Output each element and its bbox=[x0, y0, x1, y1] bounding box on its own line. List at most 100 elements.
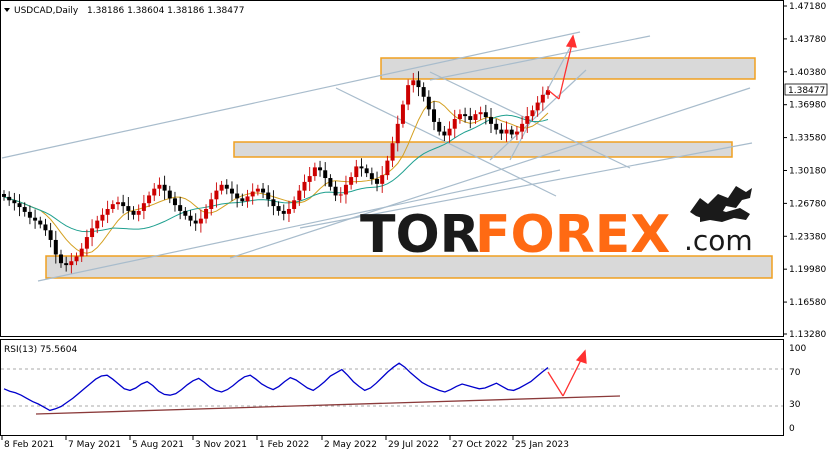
candle-body bbox=[447, 128, 452, 136]
price-axis-label: 1.43780 bbox=[789, 35, 826, 45]
candle-body bbox=[255, 188, 260, 192]
time-axis-label: 2 May 2022 bbox=[324, 440, 377, 450]
candle-body bbox=[307, 176, 312, 182]
time-axis-label: 7 May 2021 bbox=[68, 440, 121, 450]
chart-symbol: USDCAD,Daily bbox=[14, 6, 79, 16]
watermark-dotcom: .com bbox=[684, 224, 753, 257]
time-axis-label: 3 Nov 2021 bbox=[195, 440, 247, 450]
candle-body bbox=[302, 181, 307, 191]
candle-body bbox=[452, 119, 457, 129]
candle-body bbox=[95, 220, 100, 229]
candle-body bbox=[333, 186, 338, 196]
candle-body bbox=[276, 206, 281, 211]
candle-body bbox=[525, 116, 530, 124]
chart-ohlc: 1.38186 1.38604 1.38186 1.38477 bbox=[87, 6, 244, 16]
candle-body bbox=[385, 160, 390, 176]
price-axis-label: 1.30180 bbox=[789, 166, 826, 176]
candle-body bbox=[494, 123, 499, 130]
mid-support-zone[interactable] bbox=[233, 141, 733, 158]
candle-body bbox=[126, 206, 131, 211]
candle-body bbox=[90, 228, 95, 238]
price-axis-label: 1.26780 bbox=[789, 199, 826, 209]
candle-body bbox=[509, 129, 514, 135]
candle-body bbox=[504, 129, 509, 134]
price-axis-label: 1.16580 bbox=[789, 298, 826, 308]
candle-body bbox=[157, 184, 162, 189]
candle-body bbox=[12, 200, 17, 204]
candle-body bbox=[167, 190, 172, 199]
candle-body bbox=[281, 210, 286, 214]
candle-body bbox=[395, 123, 400, 144]
candle-body bbox=[219, 184, 224, 191]
time-axis-label: 27 Oct 2022 bbox=[452, 440, 508, 450]
candle-body bbox=[115, 202, 120, 205]
candle-body bbox=[328, 178, 333, 187]
candle-body bbox=[364, 168, 369, 174]
time-axis-label: 8 Feb 2021 bbox=[4, 440, 54, 450]
candle-body bbox=[520, 123, 525, 132]
candle-body bbox=[338, 194, 343, 196]
candle-body bbox=[359, 166, 364, 169]
time-axis-label: 1 Feb 2022 bbox=[259, 440, 309, 450]
candle-body bbox=[432, 109, 437, 122]
candle-body bbox=[369, 173, 374, 179]
candle-body bbox=[136, 210, 141, 215]
candle-body bbox=[426, 96, 431, 110]
candle-body bbox=[411, 80, 416, 86]
candle-body bbox=[390, 143, 395, 161]
candle-body bbox=[209, 199, 214, 209]
candle-body bbox=[530, 110, 535, 117]
current-price-label: 1.38477 bbox=[788, 86, 825, 96]
candle-body bbox=[204, 208, 209, 219]
candle-body bbox=[457, 114, 462, 120]
candle-body bbox=[188, 215, 193, 221]
candle-body bbox=[349, 177, 354, 185]
price-axis-label: 1.36980 bbox=[789, 101, 826, 111]
candle-body bbox=[69, 261, 74, 266]
candle-body bbox=[483, 112, 488, 118]
candle-body bbox=[343, 184, 348, 195]
candle-body bbox=[53, 239, 58, 255]
candle-body bbox=[240, 198, 245, 202]
candle-body bbox=[250, 191, 255, 197]
candle-body bbox=[100, 214, 105, 221]
candle-body bbox=[292, 200, 297, 209]
candle-body bbox=[121, 202, 126, 207]
rsi-axis-label: 70 bbox=[789, 368, 801, 378]
candle-body bbox=[271, 199, 276, 207]
candle-body bbox=[38, 220, 43, 225]
candle-body bbox=[224, 184, 229, 189]
candle-body bbox=[74, 256, 79, 262]
candle-body bbox=[33, 217, 38, 221]
candle-body bbox=[354, 166, 359, 178]
candle-body bbox=[540, 94, 545, 103]
candle-body bbox=[172, 198, 177, 206]
price-chart: USDCAD,Daily 1.38186 1.38604 1.38186 1.3… bbox=[0, 0, 828, 450]
candle-body bbox=[43, 224, 48, 231]
candle-body bbox=[58, 254, 63, 264]
watermark-forex: FOREX bbox=[475, 205, 670, 265]
price-axis-label: 1.47180 bbox=[789, 2, 826, 12]
candle-body bbox=[162, 184, 167, 191]
candle-body bbox=[235, 193, 240, 199]
candle-body bbox=[463, 114, 468, 117]
candle-body bbox=[183, 210, 188, 216]
candle-body bbox=[152, 188, 157, 196]
candle-body bbox=[229, 188, 234, 194]
candle-body bbox=[141, 203, 146, 211]
candle-body bbox=[64, 263, 69, 266]
candle-body bbox=[2, 193, 6, 197]
candle-body bbox=[318, 167, 323, 171]
candle-body bbox=[286, 208, 291, 214]
rsi-title: RSI(13) 75.5604 bbox=[4, 345, 77, 355]
time-axis-label: 25 Jan 2023 bbox=[515, 440, 569, 450]
candle-body bbox=[131, 210, 136, 215]
candle-body bbox=[105, 208, 110, 215]
rsi-chart-frame bbox=[0, 339, 784, 436]
candle-body bbox=[323, 170, 328, 179]
main-chart-frame bbox=[0, 0, 784, 337]
candle-body bbox=[178, 205, 183, 211]
candle-body bbox=[198, 218, 203, 224]
watermark-tor: TOR bbox=[360, 205, 480, 265]
candle-body bbox=[110, 204, 115, 209]
